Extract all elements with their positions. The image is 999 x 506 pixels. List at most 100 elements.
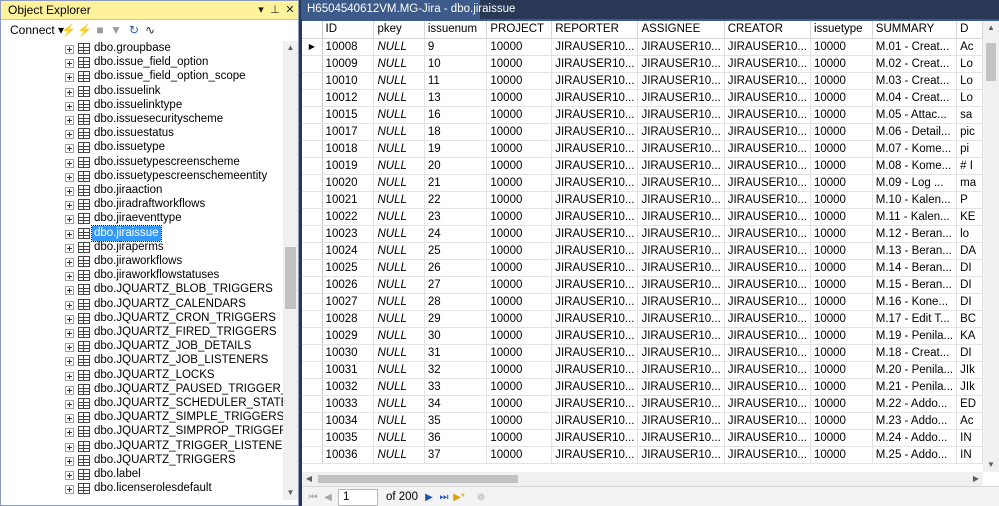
- expand-icon[interactable]: [65, 59, 74, 69]
- table-cell[interactable]: JIRAUSER10...: [551, 327, 639, 345]
- table-cell[interactable]: M.08 - Kome...: [872, 157, 958, 175]
- table-cell[interactable]: NULL: [373, 157, 425, 175]
- table-cell[interactable]: 18: [424, 123, 488, 141]
- row-selector[interactable]: [302, 123, 323, 141]
- row-selector-header[interactable]: [302, 21, 323, 39]
- table-cell[interactable]: 10033: [322, 395, 375, 413]
- table-cell[interactable]: 10036: [322, 446, 375, 464]
- table-cell[interactable]: JIRAUSER10...: [637, 310, 725, 328]
- table-cell[interactable]: NULL: [373, 276, 425, 294]
- table-cell[interactable]: JIRAUSER10...: [724, 361, 811, 379]
- table-cell[interactable]: 10000: [810, 429, 873, 447]
- table-row[interactable]: 10036 NULL 37 10000 JIRAUSER10... JIRAUSER10.…: [302, 446, 983, 464]
- table-cell[interactable]: 10028: [322, 310, 375, 328]
- table-cell[interactable]: JIRAUSER10...: [724, 174, 811, 192]
- table-cell[interactable]: 10020: [322, 174, 375, 192]
- row-selector[interactable]: [302, 242, 323, 260]
- table-cell[interactable]: 10000: [810, 412, 873, 430]
- table-cell[interactable]: 10000: [486, 191, 553, 209]
- table-cell[interactable]: M.15 - Beran...: [872, 276, 958, 294]
- table-cell[interactable]: M.09 - Log ...: [872, 174, 958, 192]
- table-cell[interactable]: 10000: [486, 38, 553, 56]
- connect-button[interactable]: Connect ▾: [10, 23, 64, 37]
- page-number-input[interactable]: 1: [338, 489, 378, 506]
- table-cell[interactable]: NULL: [373, 429, 425, 447]
- table-cell[interactable]: JIRAUSER10...: [637, 123, 725, 141]
- table-cell[interactable]: 9: [424, 38, 488, 56]
- table-cell[interactable]: JIRAUSER10...: [724, 225, 811, 243]
- previous-page-icon[interactable]: ◀: [321, 490, 335, 506]
- table-cell[interactable]: M.03 - Creat...: [872, 72, 958, 90]
- table-cell[interactable]: JIRAUSER10...: [637, 191, 725, 209]
- table-cell[interactable]: JIRAUSER10...: [551, 191, 639, 209]
- table-row[interactable]: ▶ 10008 NULL 9 10000 JIRAUSER10... JIRAUSER10.…: [302, 38, 983, 56]
- table-cell[interactable]: Ac: [956, 412, 983, 430]
- expand-icon[interactable]: [65, 456, 74, 466]
- table-cell[interactable]: M.23 - Addo...: [872, 412, 958, 430]
- table-cell[interactable]: NULL: [373, 361, 425, 379]
- activity-monitor-icon[interactable]: ∿: [143, 22, 157, 38]
- table-cell[interactable]: 10000: [810, 293, 873, 311]
- table-cell[interactable]: 10025: [322, 259, 375, 277]
- table-cell[interactable]: M.12 - Beran...: [872, 225, 958, 243]
- table-cell[interactable]: 10000: [486, 157, 553, 175]
- table-cell[interactable]: M.10 - Kalen...: [872, 191, 958, 209]
- table-cell[interactable]: 26: [424, 259, 488, 277]
- table-cell[interactable]: NULL: [373, 72, 425, 90]
- column-header[interactable]: PROJECT: [486, 21, 553, 39]
- table-cell[interactable]: 10000: [810, 327, 873, 345]
- table-cell[interactable]: JIRAUSER10...: [637, 429, 725, 447]
- expand-icon[interactable]: [65, 187, 74, 196]
- table-cell[interactable]: 28: [424, 293, 488, 311]
- table-cell[interactable]: P: [956, 191, 983, 209]
- table-cell[interactable]: JIRAUSER10...: [551, 225, 639, 243]
- column-header[interactable]: CREATOR: [724, 21, 811, 39]
- filter-icon[interactable]: ▼: [109, 22, 123, 38]
- expand-icon[interactable]: [65, 400, 74, 409]
- scroll-right-arrow-icon[interactable]: ▶: [969, 472, 983, 486]
- table-cell[interactable]: 10000: [486, 140, 553, 158]
- scroll-down-arrow-icon[interactable]: ▼: [983, 458, 999, 472]
- expand-icon[interactable]: [65, 172, 74, 182]
- close-icon[interactable]: ✕: [283, 2, 297, 18]
- expand-icon[interactable]: [65, 144, 74, 154]
- table-cell[interactable]: JIRAUSER10...: [551, 378, 639, 396]
- table-cell[interactable]: JIRAUSER10...: [637, 446, 725, 464]
- table-cell[interactable]: 10000: [486, 293, 553, 311]
- column-header[interactable]: ASSIGNEE: [637, 21, 725, 39]
- row-selector[interactable]: [302, 310, 323, 328]
- table-cell[interactable]: 10000: [810, 191, 873, 209]
- table-cell[interactable]: JIRAUSER10...: [551, 276, 639, 294]
- expand-icon[interactable]: [65, 229, 74, 239]
- row-selector[interactable]: [302, 293, 323, 311]
- table-cell[interactable]: 10012: [322, 89, 375, 107]
- table-cell[interactable]: 10000: [810, 157, 873, 175]
- table-cell[interactable]: NULL: [373, 123, 425, 141]
- expand-icon[interactable]: [65, 414, 74, 424]
- table-cell[interactable]: JIRAUSER10...: [551, 293, 639, 311]
- expand-icon[interactable]: [65, 116, 74, 125]
- column-header[interactable]: ID: [322, 21, 375, 39]
- table-cell[interactable]: 10000: [486, 412, 553, 430]
- table-cell[interactable]: IN: [956, 446, 983, 464]
- table-cell[interactable]: NULL: [373, 344, 425, 362]
- table-cell[interactable]: DA: [956, 242, 983, 260]
- table-cell[interactable]: NULL: [373, 55, 425, 73]
- table-cell[interactable]: 10000: [486, 344, 553, 362]
- table-cell[interactable]: JIRAUSER10...: [637, 38, 725, 56]
- table-cell[interactable]: JIRAUSER10...: [551, 174, 639, 192]
- table-cell[interactable]: 10000: [486, 123, 553, 141]
- table-cell[interactable]: 10000: [810, 174, 873, 192]
- table-cell[interactable]: JIRAUSER10...: [551, 106, 639, 124]
- expand-icon[interactable]: [65, 130, 74, 140]
- table-cell[interactable]: 13: [424, 89, 488, 107]
- table-cell[interactable]: DI: [956, 344, 983, 362]
- expand-icon[interactable]: [65, 272, 74, 282]
- table-cell[interactable]: 25: [424, 242, 488, 260]
- table-cell[interactable]: NULL: [373, 293, 425, 311]
- expand-icon[interactable]: [65, 215, 74, 225]
- refresh-icon[interactable]: ↻: [127, 22, 141, 38]
- expand-icon[interactable]: [65, 101, 74, 111]
- row-selector[interactable]: [302, 191, 323, 209]
- table-row[interactable]: 10020 NULL 21 10000 JIRAUSER10... JIRAUSER10.…: [302, 174, 983, 192]
